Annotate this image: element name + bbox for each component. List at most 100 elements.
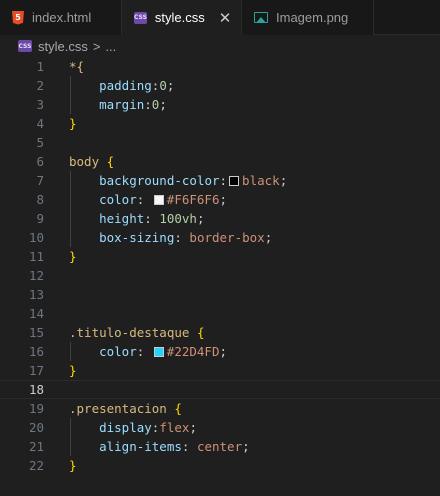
code-token: ; [242,439,250,454]
code-line[interactable]: 1 *{ [0,57,440,76]
css-file-icon: CSS [134,11,147,24]
code-token: : [136,344,152,359]
code-line[interactable]: 7 background-color: black; [0,171,440,190]
code-token: ; [196,211,205,226]
code-text: } [69,456,77,475]
code-line[interactable]: 12 [0,266,440,285]
line-number: 11 [28,249,44,264]
code-token: : [144,97,152,112]
code-token: : [219,173,228,188]
code-token: 0 [159,78,167,93]
code-line[interactable]: 9 height: 100vh; [0,209,440,228]
code-token: : [136,192,152,207]
code-token: height [69,211,145,226]
line-number: 16 [28,344,44,359]
code-text: .presentacion { [69,399,182,418]
line-number: 20 [28,420,44,435]
code-token: center [196,439,243,454]
code-token: background-color [69,173,220,188]
line-number: 10 [28,230,44,245]
line-number: 21 [28,439,44,454]
code-token: ; [219,192,228,207]
code-token: ; [159,97,167,112]
code-token: { [106,154,115,169]
code-token: margin [69,97,145,112]
code-token: ; [189,420,197,435]
code-token: box-sizing [69,230,175,245]
code-line[interactable]: 4} [0,114,440,133]
line-number: 5 [36,135,44,150]
code-line[interactable]: 17} [0,361,440,380]
code-line[interactable]: 22} [0,456,440,475]
editor-tab-bar: 5 index.html CSS style.css ✕ Imagem.png [0,0,440,35]
code-token: .presentacion [69,401,175,416]
breadcrumb-file[interactable]: style.css [38,39,88,54]
color-swatch[interactable] [153,195,164,205]
line-number: 2 [36,78,44,93]
code-text: height: 100vh; [69,209,205,228]
code-line[interactable]: 21 align-items: center; [0,437,440,456]
code-text: body { [69,152,114,171]
line-number: 13 [28,287,44,302]
line-number: 14 [28,306,44,321]
code-line[interactable]: 20 display:flex; [0,418,440,437]
code-token: flex [159,420,190,435]
code-text: } [69,114,77,133]
code-line[interactable]: 15 .titulo-destaque { [0,323,440,342]
code-line[interactable]: 16 color: #22D4FD; [0,342,440,361]
color-swatch[interactable] [229,176,240,186]
code-line[interactable]: 5 [0,133,440,152]
line-number: 18 [28,382,44,397]
code-token: .titulo-destaque [69,325,197,340]
line-number: 17 [28,363,44,378]
code-token: } [69,363,77,378]
code-line[interactable]: 13 [0,285,440,304]
code-text: display:flex; [69,418,197,437]
code-line[interactable]: 2 padding:0; [0,76,440,95]
code-line[interactable]: 8 color: #F6F6F6; [0,190,440,209]
code-text: align-items: center; [69,437,250,456]
tab-label: Imagem.png [276,10,349,25]
code-token: ; [279,173,288,188]
code-line[interactable]: 10 box-sizing: border-box; [0,228,440,247]
code-line[interactable]: 3 margin:0; [0,95,440,114]
code-token: } [69,458,77,473]
line-number: 9 [36,211,44,226]
code-token: *{ [69,59,85,74]
tab-imagem-png[interactable]: Imagem.png [242,0,374,35]
html5-icon: 5 [12,10,24,25]
code-text: } [69,247,77,266]
code-editor[interactable]: 1 *{2 padding:0; 3 margin:0; 4} 5 6 body {7 ba… [0,57,440,496]
tab-label: index.html [32,10,92,25]
line-number: 19 [28,401,44,416]
tab-style-css[interactable]: CSS style.css ✕ [122,0,242,35]
code-token: color [69,344,137,359]
code-token: #F6F6F6 [166,192,220,207]
line-number: 6 [36,154,44,169]
code-token: 100vh [159,211,197,226]
close-icon[interactable]: ✕ [219,9,232,27]
code-token: : [174,230,190,245]
line-number: 4 [36,116,44,131]
code-line[interactable]: 14 [0,304,440,323]
code-token: padding [69,78,152,93]
code-token: } [69,249,77,264]
code-text: box-sizing: border-box; [69,228,272,247]
breadcrumb-symbols[interactable]: ... [105,39,116,54]
code-text: } [69,361,77,380]
code-text: color: #22D4FD; [69,342,227,361]
code-token: ; [264,230,273,245]
code-text: padding:0; [69,76,174,95]
code-text: color: #F6F6F6; [69,190,227,209]
code-line[interactable]: 18 [0,380,440,399]
line-number: 8 [36,192,44,207]
css-file-icon: CSS [18,40,32,52]
code-text: background-color: black; [69,171,287,190]
code-line[interactable]: 6 body { [0,152,440,171]
code-token: display [69,420,152,435]
color-swatch[interactable] [153,347,164,357]
code-line[interactable]: 11} [0,247,440,266]
code-line[interactable]: 19 .presentacion { [0,399,440,418]
tab-index-html[interactable]: 5 index.html [0,0,122,35]
breadcrumb: CSS style.css > ... [0,35,440,57]
